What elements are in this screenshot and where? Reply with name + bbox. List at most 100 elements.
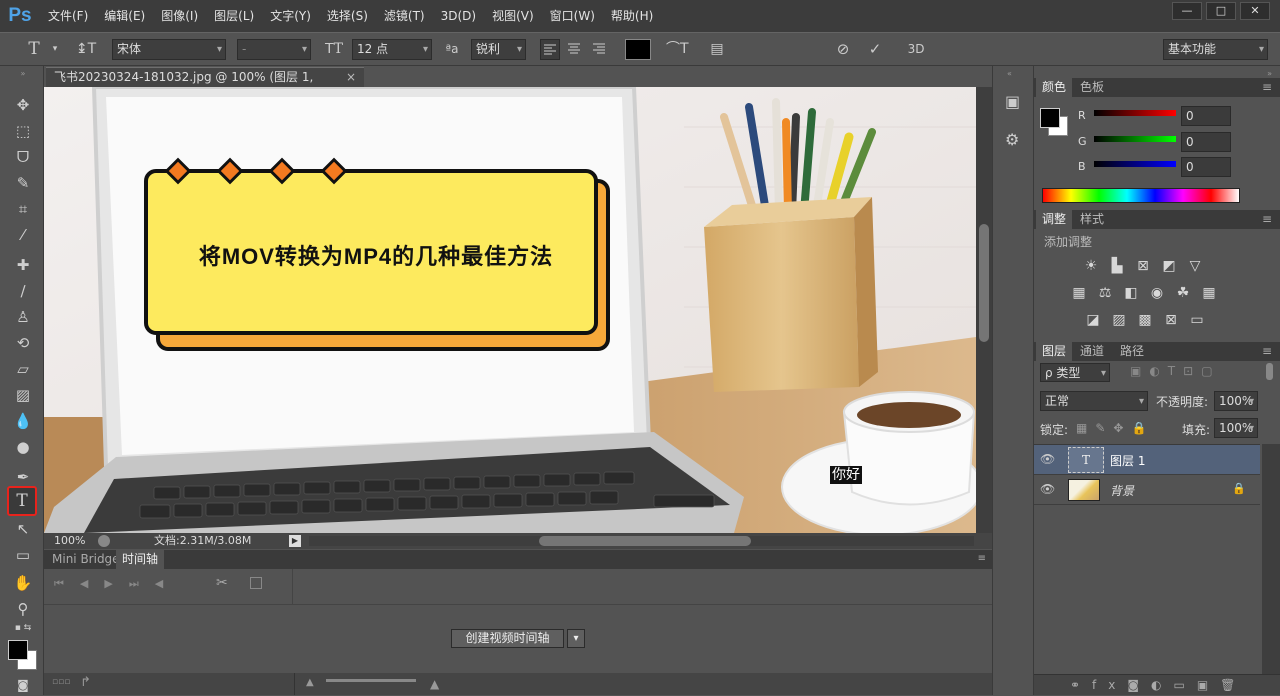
align-left-button[interactable] — [540, 39, 560, 60]
chevron-down-icon[interactable]: ▾ — [50, 39, 60, 60]
font-style-select[interactable]: - — [237, 39, 311, 60]
healing-brush-tool-icon[interactable]: ✚ — [10, 254, 36, 276]
tab-color[interactable]: 颜色 — [1036, 78, 1073, 97]
text-color-swatch[interactable] — [625, 39, 651, 60]
menu-layer[interactable]: 图层(L) — [206, 0, 262, 32]
transition-icon[interactable] — [250, 577, 262, 589]
lasso-tool-icon[interactable]: ᗜ — [10, 146, 36, 168]
status-menu-arrow-icon[interactable]: ▶ — [289, 535, 301, 547]
color-balance-icon[interactable]: ⚖ — [1096, 284, 1114, 302]
tab-layers[interactable]: 图层 — [1036, 342, 1073, 361]
playback-controls[interactable]: ⏮◀▶⏭◀ — [54, 577, 179, 591]
opacity-input[interactable]: 100% — [1214, 391, 1258, 411]
foreground-color-swatch[interactable] — [8, 640, 28, 660]
tab-adjustments[interactable]: 调整 — [1036, 210, 1073, 229]
close-button[interactable]: ✕ — [1240, 2, 1270, 20]
gradient-tool-icon[interactable]: ▨ — [10, 384, 36, 406]
red-slider[interactable] — [1094, 110, 1176, 116]
layer-filter-select[interactable]: ρ 类型 — [1040, 363, 1110, 383]
align-right-button[interactable] — [590, 39, 610, 60]
close-tab-icon[interactable]: × — [346, 68, 356, 87]
font-size-select[interactable]: 12 点 — [352, 39, 432, 60]
menu-view[interactable]: 视图(V) — [484, 0, 542, 32]
blend-mode-select[interactable]: 正常 — [1040, 391, 1148, 411]
status-icon[interactable] — [98, 535, 110, 547]
color-lookup-icon[interactable]: ▦ — [1200, 284, 1218, 302]
menu-3d[interactable]: 3D(D) — [433, 0, 484, 32]
menu-file[interactable]: 文件(F) — [40, 0, 96, 32]
eraser-tool-icon[interactable]: ▱ — [10, 358, 36, 380]
posterize-icon[interactable]: ▨ — [1110, 311, 1128, 329]
lock-icons[interactable]: ▦✎✥🔒 — [1076, 421, 1154, 435]
marquee-tool-icon[interactable]: ⬚ — [10, 120, 36, 142]
zoom-tool-icon[interactable]: ⚲ — [10, 598, 36, 620]
tab-mini-bridge[interactable]: Mini Bridge — [46, 550, 126, 569]
swap-colors-icon[interactable]: ▪ ⇆ — [10, 622, 36, 634]
exposure-icon[interactable]: ◩ — [1160, 257, 1178, 275]
history-panel-icon[interactable]: ▣ — [1005, 92, 1020, 111]
layer-filter-icons[interactable]: ▣◐T⊡▢ — [1130, 364, 1221, 378]
font-family-select[interactable]: 宋体 — [112, 39, 226, 60]
commit-icon[interactable]: ✓ — [864, 39, 886, 60]
path-selection-tool-icon[interactable]: ↖ — [10, 518, 36, 540]
pen-tool-icon[interactable]: ✒ — [10, 466, 36, 488]
blue-slider[interactable] — [1094, 161, 1176, 167]
dodge-tool-icon[interactable]: ● — [10, 436, 36, 458]
layer-actions-icons[interactable]: ⚭fx◙◐▭▣🗑 — [1070, 678, 1247, 692]
filter-toggle[interactable] — [1266, 363, 1273, 380]
layer-row-background[interactable]: 👁 背景 🔒 — [1034, 475, 1260, 505]
align-center-button[interactable] — [565, 39, 585, 60]
create-video-timeline-button[interactable]: 创建视频时间轴 — [451, 629, 564, 648]
layers-scrollbar[interactable] — [1262, 444, 1280, 674]
move-tool-icon[interactable]: ✥ — [10, 94, 36, 116]
timeline-zoom-slider[interactable] — [326, 679, 416, 682]
tab-channels[interactable]: 通道 — [1074, 342, 1110, 361]
chevron-down-icon[interactable]: ▾ — [567, 629, 585, 648]
zoom-out-icon[interactable]: ▲ — [306, 677, 314, 688]
workspace-select[interactable]: 基本功能 — [1163, 39, 1268, 60]
red-input[interactable]: 0 — [1181, 106, 1231, 126]
eye-icon[interactable]: 👁 — [1040, 482, 1055, 496]
menu-edit[interactable]: 编辑(E) — [96, 0, 153, 32]
tab-paths[interactable]: 路径 — [1114, 342, 1150, 361]
layer-name[interactable]: 背景 — [1110, 482, 1134, 499]
type-tool-preset-icon[interactable]: T — [22, 39, 46, 60]
panel-menu-icon[interactable]: ≡ — [978, 553, 986, 564]
selective-color-icon[interactable]: ⊠ — [1162, 311, 1180, 329]
warp-text-icon[interactable]: ⌒T — [666, 39, 689, 60]
cancel-icon[interactable]: ⊘ — [832, 39, 854, 60]
document-tab[interactable]: 飞书20230324-181032.jpg @ 100% (图层 1, RGB/… — [46, 67, 364, 103]
quick-select-tool-icon[interactable]: ✎ — [10, 172, 36, 194]
quick-mask-icon[interactable]: ◙ — [10, 674, 36, 696]
3d-button[interactable]: 3D — [904, 39, 928, 60]
tab-timeline[interactable]: 时间轴 — [116, 550, 165, 569]
horizontal-scroll-thumb[interactable] — [539, 536, 751, 546]
history-brush-tool-icon[interactable]: ⟲ — [10, 332, 36, 354]
vertical-scroll-thumb[interactable] — [979, 224, 989, 342]
antialias-select[interactable]: 锐利 — [471, 39, 526, 60]
restore-button[interactable]: □ — [1206, 2, 1236, 20]
hue-saturation-icon[interactable]: ▦ — [1070, 284, 1088, 302]
text-orientation-icon[interactable]: ↨T — [74, 39, 98, 60]
channel-mixer-icon[interactable]: ☘ — [1174, 284, 1192, 302]
menu-window[interactable]: 窗口(W) — [542, 0, 603, 32]
panels-collapse-icon[interactable]: » — [1267, 69, 1272, 78]
green-input[interactable]: 0 — [1181, 132, 1231, 152]
frames-icon[interactable]: ▫▫▫ — [52, 677, 70, 687]
layer-row-layer1[interactable]: 👁 T 图层 1 — [1034, 445, 1260, 475]
eye-icon[interactable]: 👁 — [1040, 452, 1055, 466]
panel-menu-icon[interactable]: ≡ — [1262, 344, 1272, 358]
photo-filter-icon[interactable]: ◉ — [1148, 284, 1166, 302]
fill-input[interactable]: 100% — [1214, 418, 1258, 438]
vibrance-icon[interactable]: ▽ — [1186, 257, 1204, 275]
menu-image[interactable]: 图像(I) — [153, 0, 206, 32]
crop-tool-icon[interactable]: ⌗ — [10, 198, 36, 220]
type-tool-button[interactable]: T — [7, 486, 37, 516]
rectangle-tool-icon[interactable]: ▭ — [10, 544, 36, 566]
levels-icon[interactable]: ▙ — [1108, 257, 1126, 275]
clone-stamp-tool-icon[interactable]: ♙ — [10, 306, 36, 328]
panel-menu-icon[interactable]: ≡ — [1262, 212, 1272, 226]
minimize-button[interactable]: — — [1172, 2, 1202, 20]
toolbox-collapse-icon[interactable]: » — [10, 68, 36, 80]
convert-icon[interactable]: ↱ — [80, 675, 91, 690]
